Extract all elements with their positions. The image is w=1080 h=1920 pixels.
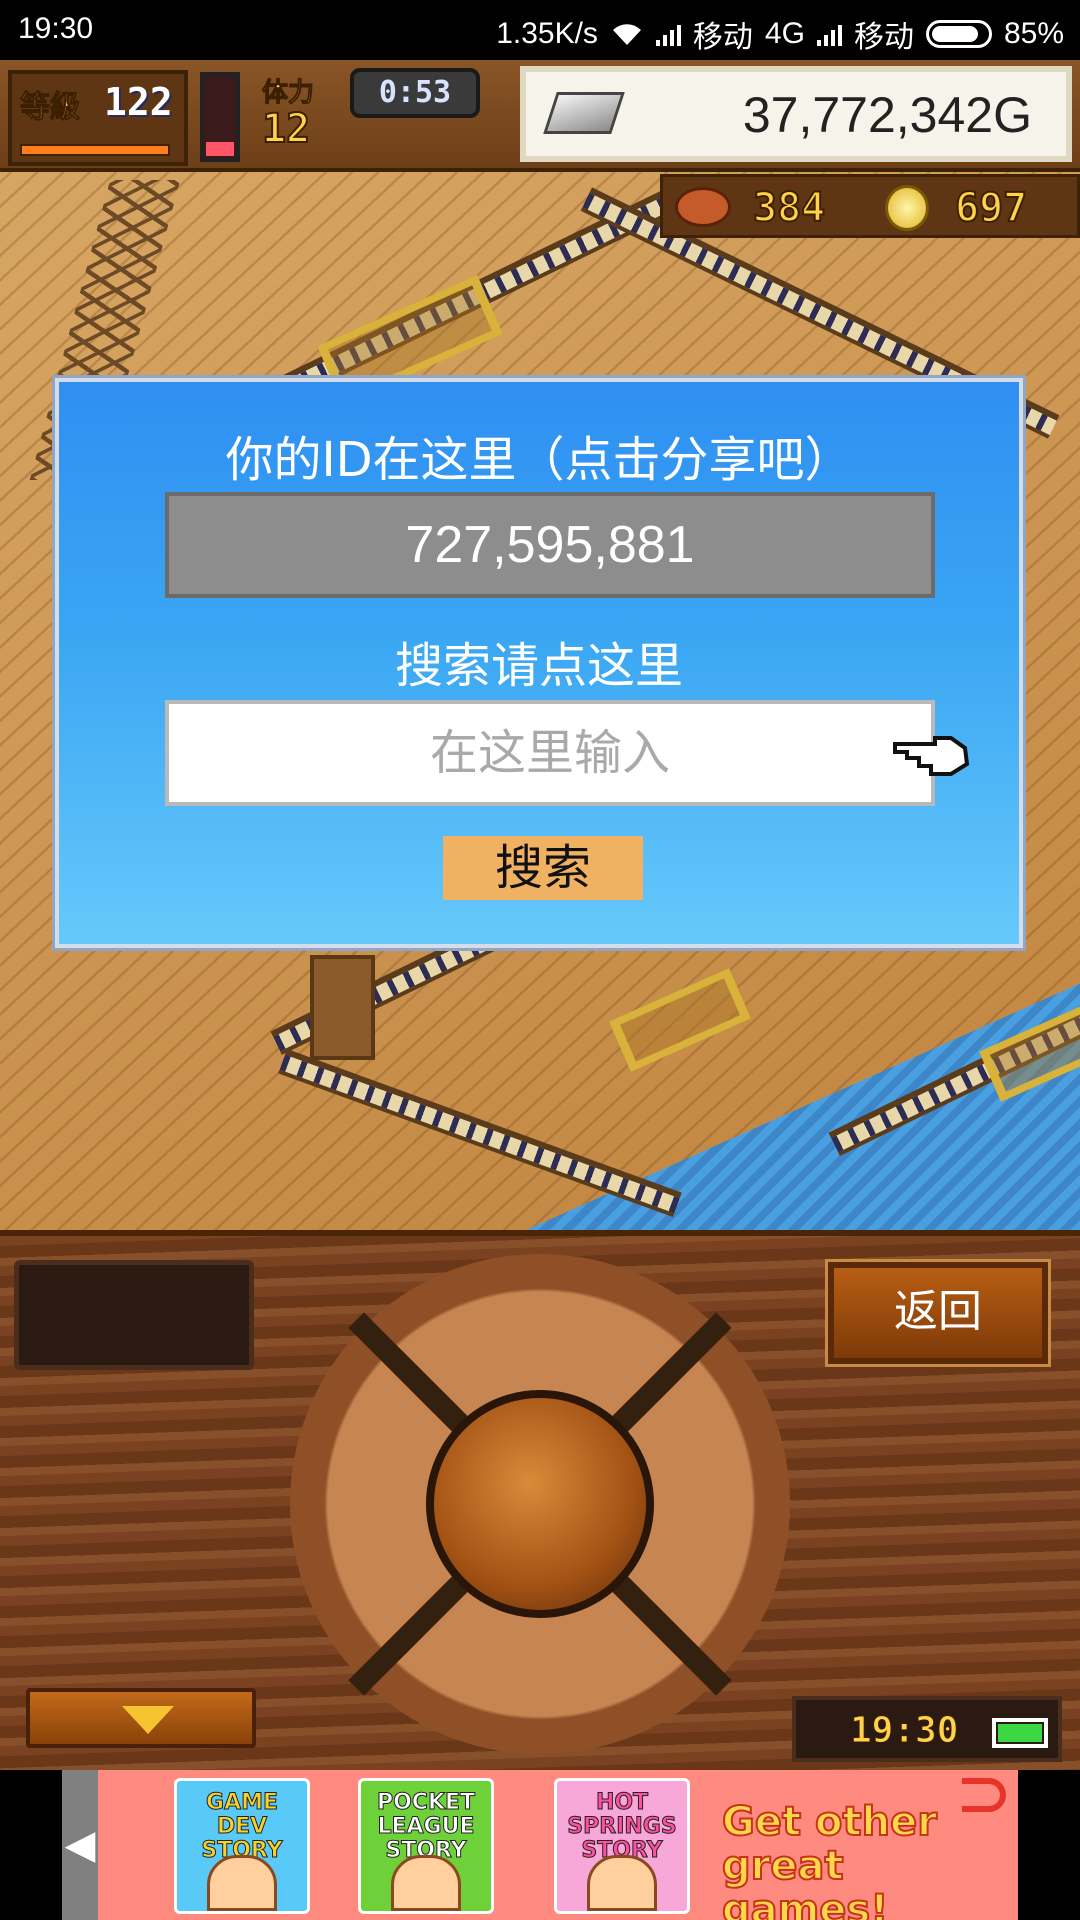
food-count: 384: [752, 184, 826, 232]
resource-panel: 384 697: [660, 174, 1080, 238]
clock-panel: 19:30: [792, 1696, 1062, 1762]
network-speed: 1.35K/s: [496, 17, 598, 50]
ad-call-to-action[interactable]: Get other great games!: [721, 1799, 1012, 1920]
ad-game-tile[interactable]: POCKET LEAGUE STORY: [358, 1778, 494, 1914]
directional-pad[interactable]: [290, 1254, 790, 1754]
back-button[interactable]: 返回: [825, 1259, 1051, 1367]
status-indicators: 1.35K/s 移动 4G 移动 85%: [496, 12, 1064, 56]
level-progress-bar: [20, 144, 170, 156]
pointing-hand-icon: [893, 736, 970, 776]
stamina-label: 体力: [261, 78, 315, 109]
info-screen: [14, 1260, 254, 1370]
cabin-door: [310, 955, 375, 1060]
status-time: 19:30: [18, 12, 94, 45]
ad-game-tile[interactable]: GAME DEV STORY: [174, 1778, 310, 1914]
character-icon: [587, 1855, 657, 1911]
ad-game-title: HOT SPRINGS STORY: [567, 1790, 677, 1863]
signal-icon: [816, 22, 842, 46]
chevron-left-icon[interactable]: ◀: [62, 1770, 98, 1920]
player-id-box[interactable]: 727,595,881: [165, 492, 935, 598]
stamina-fill: [206, 142, 234, 156]
search-prompt: 搜索请点这里: [394, 638, 683, 694]
character-icon: [207, 1855, 277, 1911]
meat-icon: [675, 187, 731, 227]
stamina-value: 12: [261, 105, 311, 153]
level-label: 等級: [20, 90, 81, 126]
carrier-label: 移动: [853, 21, 914, 54]
battery-icon: [992, 1718, 1048, 1748]
ad-game-title: POCKET LEAGUE STORY: [376, 1790, 476, 1863]
medal-coin-icon: [885, 185, 929, 231]
battery-fill: [931, 26, 978, 42]
top-hud: 等級 122 体力 12 0:53 37,772,342G: [0, 60, 1080, 172]
level-panel: 等級 122: [8, 70, 188, 166]
return-arrow-icon: [962, 1778, 1006, 1812]
game-timer: 0:53: [350, 68, 480, 118]
status-bar: 19:30 1.35K/s 移动 4G 移动 85%: [0, 0, 1080, 60]
silver-bar-icon: [543, 92, 625, 134]
ad-game-tile[interactable]: HOT SPRINGS STORY: [554, 1778, 690, 1914]
scroll-down-button[interactable]: [26, 1688, 256, 1748]
ad-game-title: GAME DEV STORY: [201, 1790, 283, 1863]
network-type: 4G: [764, 17, 805, 50]
signal-icon: [655, 22, 681, 46]
arrow-down-icon: [122, 1706, 174, 1734]
battery-percent: 85%: [1003, 17, 1064, 50]
character-icon: [391, 1855, 461, 1911]
controller-panel: 返回 19:30: [0, 1230, 1080, 1770]
stamina-gauge: [200, 72, 240, 162]
level-value: 122: [104, 80, 173, 124]
ad-banner[interactable]: ◀ GAME DEV STORY POCKET LEAGUE STORY HOT…: [0, 1770, 1080, 1920]
dpad-center-button[interactable]: [426, 1390, 654, 1618]
id-search-input[interactable]: [165, 700, 935, 806]
wifi-icon: [612, 24, 641, 45]
clock-time: 19:30: [849, 1710, 959, 1752]
battery-icon: [925, 20, 992, 48]
money-value: 37,772,342G: [742, 87, 1032, 143]
carrier-label: 移动: [692, 21, 753, 54]
search-button[interactable]: 搜索: [443, 836, 643, 900]
money-panel: 37,772,342G: [520, 66, 1072, 162]
friend-id-dialog: 你的ID在这里（点击分享吧） 727,595,881 搜索请点这里 搜索: [52, 375, 1026, 951]
medal-count: 697: [954, 184, 1028, 232]
dialog-title[interactable]: 你的ID在这里（点击分享吧）: [59, 420, 1019, 490]
ad-content[interactable]: ◀ GAME DEV STORY POCKET LEAGUE STORY HOT…: [62, 1770, 1018, 1920]
